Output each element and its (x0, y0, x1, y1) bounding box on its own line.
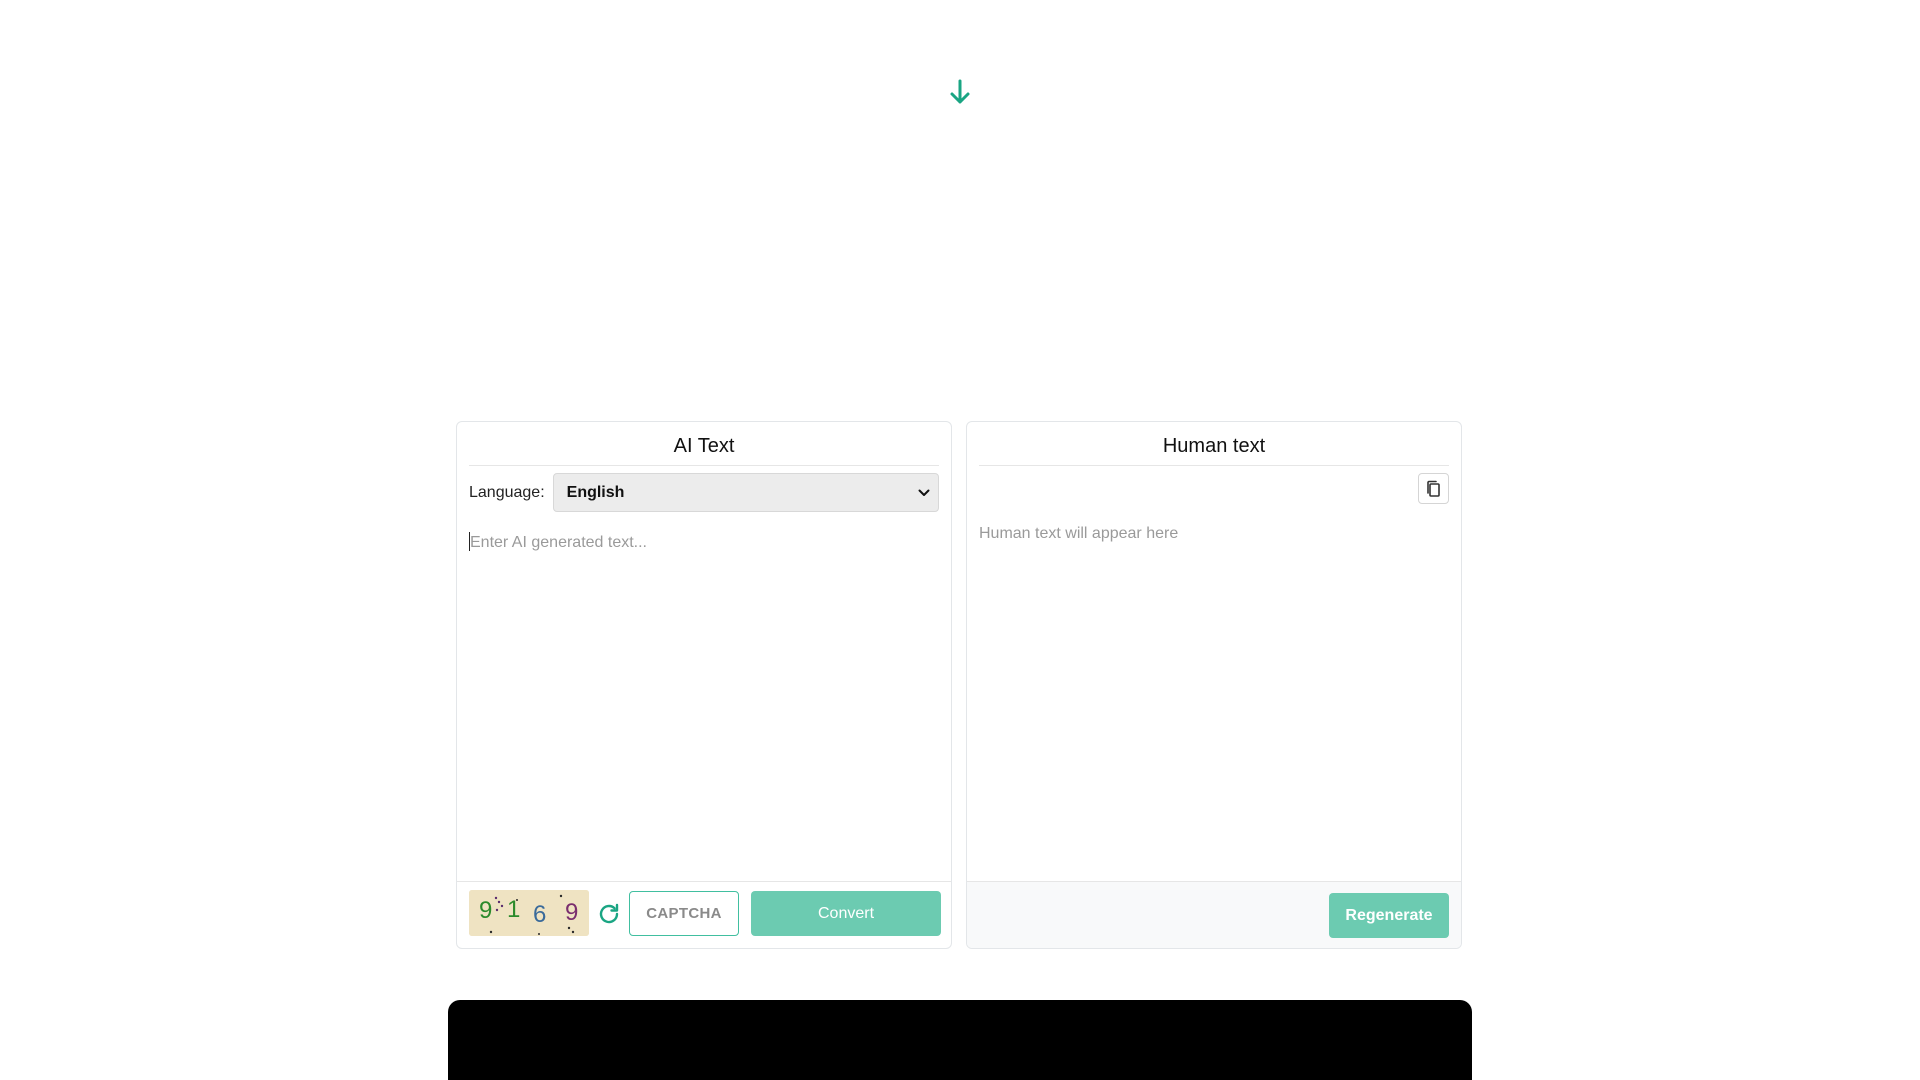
ai-text-input[interactable]: Enter AI generated text... (469, 522, 939, 878)
human-text-output: Human text will appear here (979, 525, 1449, 543)
regenerate-button[interactable]: Regenerate (1329, 893, 1449, 938)
language-selected-value: English (566, 483, 625, 501)
human-text-title: Human text (979, 422, 1449, 466)
language-select[interactable]: English (552, 473, 939, 512)
captcha-input[interactable]: CAPTCHA (629, 891, 739, 936)
human-text-placeholder: Human text will appear here (979, 525, 1179, 542)
arrow-down-icon[interactable] (948, 78, 972, 106)
captcha-digit: 9 (565, 899, 578, 926)
language-row: Language: English (469, 473, 939, 512)
captcha-digit: 1 (507, 896, 520, 923)
ai-text-title: AI Text (469, 422, 939, 466)
copy-icon (1427, 480, 1440, 497)
captcha-image: 9 1 6 9 (469, 890, 589, 936)
convert-button[interactable]: Convert (751, 891, 941, 936)
chevron-down-icon (918, 489, 930, 496)
human-panel-footer: Regenerate (967, 881, 1461, 948)
human-text-panel: Human text Human text will appear here R… (966, 421, 1462, 949)
ai-text-placeholder: Enter AI generated text... (470, 534, 647, 551)
ai-panel-footer: 9 1 6 9 CAPTCHA Convert (457, 881, 951, 948)
ai-text-panel: AI Text Language: English Enter AI gener… (456, 421, 952, 949)
language-label: Language: (469, 483, 545, 501)
captcha-digit: 6 (533, 901, 546, 928)
copy-button[interactable] (1418, 473, 1449, 504)
dark-content-block (448, 1000, 1472, 1080)
captcha-digit: 9 (479, 897, 492, 924)
refresh-icon[interactable] (597, 902, 621, 926)
page: AI Text Language: English Enter AI gener… (0, 0, 1920, 1080)
